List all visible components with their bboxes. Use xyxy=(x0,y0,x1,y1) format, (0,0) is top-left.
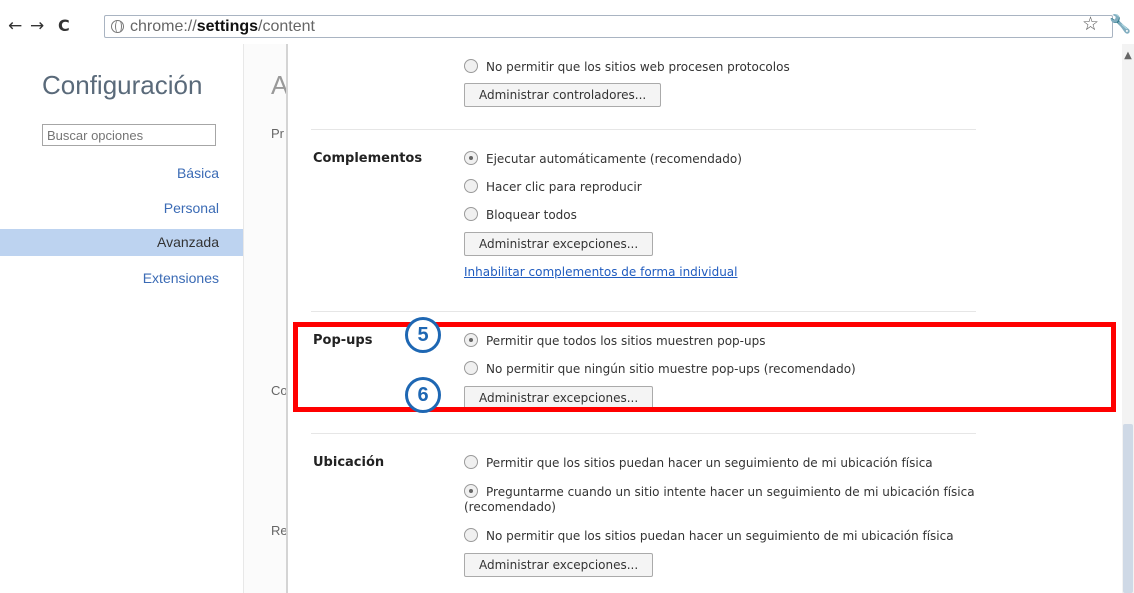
section-separator xyxy=(311,311,976,312)
radio-button[interactable] xyxy=(464,455,478,469)
disable-individual-plugins-link[interactable]: Inhabilitar complementos de forma indivi… xyxy=(464,265,737,279)
plugins-manage-exceptions-button[interactable]: Administrar excepciones... xyxy=(464,232,654,256)
address-bar[interactable]: chrome://settings/content xyxy=(104,15,1113,38)
radio-label: Preguntarme cuando un sitio intente hace… xyxy=(464,485,975,514)
wrench-menu-icon[interactable]: 🔧 xyxy=(1109,14,1131,35)
section-separator xyxy=(311,433,976,434)
radio-button-checked[interactable] xyxy=(464,484,478,498)
bookmark-star-icon[interactable]: ☆ xyxy=(1082,13,1099,35)
search-options-input[interactable] xyxy=(42,124,216,146)
protocols-radio-option[interactable]: No permitir que los sitios web procesen … xyxy=(464,58,790,76)
radio-label: No permitir que los sitios web procesen … xyxy=(486,60,790,74)
forward-arrow-icon[interactable]: → xyxy=(30,16,44,36)
background-page: A Pr Co Re xyxy=(243,44,288,593)
radio-label: Hacer clic para reproducir xyxy=(486,180,642,194)
radio-button[interactable] xyxy=(464,207,478,221)
location-radio-option[interactable]: No permitir que los sitios puedan hacer … xyxy=(464,527,954,545)
step-marker-5: 5 xyxy=(405,317,441,353)
plugins-radio-option[interactable]: Bloquear todos xyxy=(464,206,577,224)
background-text: Pr xyxy=(271,126,284,141)
content-settings-overlay: No permitir que los sitios web procesen … xyxy=(286,44,1122,593)
location-radio-option[interactable]: Preguntarme cuando un sitio intente hace… xyxy=(464,484,984,515)
sidebar-title: Configuración xyxy=(42,70,203,100)
location-section-title: Ubicación xyxy=(313,455,385,470)
step-marker-6: 6 xyxy=(405,377,441,413)
reload-icon[interactable]: C xyxy=(58,16,70,36)
radio-label: Ejecutar automáticamente (recomendado) xyxy=(486,152,742,166)
sidebar-item-personal[interactable]: Personal xyxy=(0,195,243,222)
sidebar-item-avanzada[interactable]: Avanzada xyxy=(0,229,243,256)
back-arrow-icon[interactable]: ← xyxy=(8,16,22,36)
plugins-radio-option[interactable]: Ejecutar automáticamente (recomendado) xyxy=(464,150,742,168)
manage-handlers-button[interactable]: Administrar controladores... xyxy=(464,83,662,107)
plugins-radio-option[interactable]: Hacer clic para reproducir xyxy=(464,178,642,196)
scroll-up-icon[interactable]: ▲ xyxy=(1122,50,1134,62)
plugins-section-title: Complementos xyxy=(313,151,423,166)
location-radio-option[interactable]: Permitir que los sitios puedan hacer un … xyxy=(464,454,933,472)
radio-button[interactable] xyxy=(464,179,478,193)
browser-toolbar: ← → C chrome://settings/content ☆ 🔧 xyxy=(0,0,1134,44)
settings-sidebar: Configuración Básica Personal Avanzada E… xyxy=(0,44,243,593)
radio-button[interactable] xyxy=(464,528,478,542)
location-manage-exceptions-button[interactable]: Administrar excepciones... xyxy=(464,553,654,577)
radio-button[interactable] xyxy=(464,59,478,73)
section-separator xyxy=(311,129,976,130)
radio-label: Bloquear todos xyxy=(486,208,577,222)
vertical-scrollbar[interactable]: ▲ xyxy=(1122,44,1134,593)
globe-icon xyxy=(111,20,124,33)
sidebar-item-extensiones[interactable]: Extensiones xyxy=(0,265,243,292)
sidebar-item-basica[interactable]: Básica xyxy=(0,160,243,187)
url-text: chrome://settings/content xyxy=(130,18,315,35)
radio-label: Permitir que los sitios puedan hacer un … xyxy=(486,456,933,470)
radio-button-checked[interactable] xyxy=(464,151,478,165)
scroll-thumb[interactable] xyxy=(1123,424,1133,593)
radio-label: No permitir que los sitios puedan hacer … xyxy=(486,529,954,543)
